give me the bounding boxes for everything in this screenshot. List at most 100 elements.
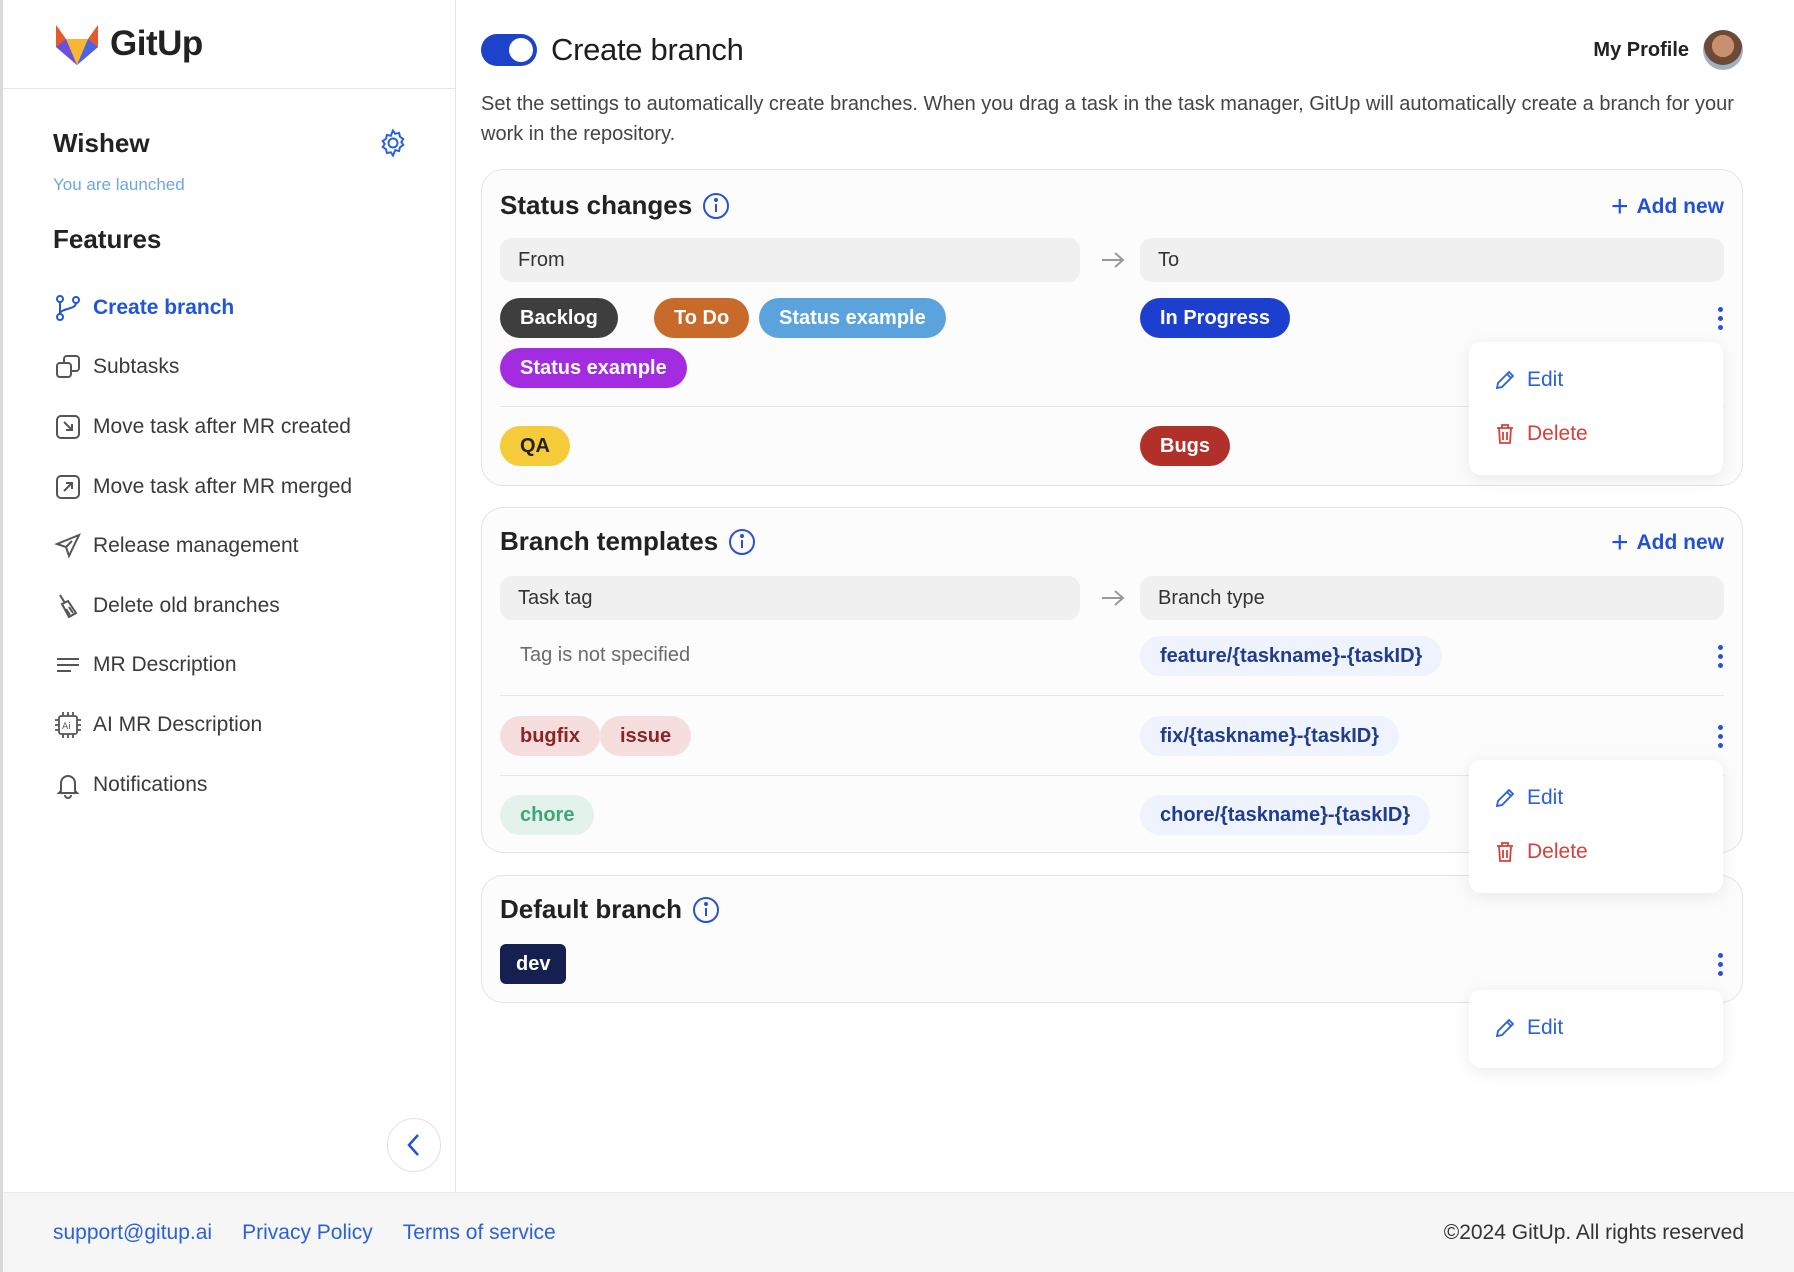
collapse-sidebar-button[interactable]: [387, 1118, 441, 1172]
profile-button[interactable]: My Profile: [1593, 30, 1743, 70]
lines-icon: [53, 650, 83, 680]
add-new-label: Add new: [1636, 195, 1725, 218]
branch-type-column-header: Branch type: [1140, 576, 1724, 620]
sidebar-item-label: Move task after MR created: [93, 414, 351, 438]
ai-chip-icon: Ai: [53, 710, 83, 740]
pencil-icon: [1495, 370, 1515, 390]
support-email-link[interactable]: support@gitup.ai: [53, 1221, 212, 1245]
plus-icon: +: [1610, 526, 1629, 559]
project-info: Wishew You are launched: [53, 128, 413, 195]
info-icon[interactable]: [692, 896, 720, 924]
page-title: Create branch: [551, 32, 744, 67]
gear-icon[interactable]: [378, 128, 408, 158]
row-more-icon[interactable]: [1708, 303, 1732, 333]
paper-plane-icon: [53, 531, 83, 561]
edit-label: Edit: [1527, 786, 1564, 809]
sidebar-item-label: Subtasks: [93, 355, 180, 379]
sidebar-item-label: MR Description: [93, 653, 237, 677]
sidebar-item-ai-mr-description[interactable]: Ai AI MR Description: [53, 695, 443, 755]
edit-menu-item[interactable]: Edit: [1493, 368, 1563, 392]
logo[interactable]: GitUp: [3, 0, 455, 89]
row-more-icon[interactable]: [1708, 641, 1732, 671]
row-more-icon[interactable]: [1708, 721, 1732, 751]
tag-chip-bugfix: bugfix: [500, 716, 600, 756]
create-branch-toggle[interactable]: [481, 34, 537, 66]
edit-menu-item[interactable]: Edit: [1493, 1016, 1563, 1040]
pencil-icon: [1495, 788, 1515, 808]
tag-chip-issue: issue: [600, 716, 692, 756]
terms-of-service-link[interactable]: Terms of service: [403, 1221, 556, 1245]
default-branch-card: Default branch dev: [481, 875, 1743, 1003]
status-chip-backlog: Backlog: [500, 298, 618, 338]
sidebar-item-move-after-merged[interactable]: Move task after MR merged: [53, 457, 443, 517]
edit-menu-item[interactable]: Edit: [1493, 786, 1563, 810]
template-row-menu: Edit Delete: [1469, 760, 1723, 893]
sidebar-item-label: AI MR Description: [93, 712, 263, 736]
sidebar-item-move-after-created[interactable]: Move task after MR created: [53, 397, 443, 457]
edit-label: Edit: [1527, 1016, 1564, 1039]
sidebar-item-label: Move task after MR merged: [93, 474, 353, 498]
app-name: GitUp: [110, 24, 203, 63]
subtasks-icon: [53, 352, 83, 382]
gitup-fox-logo-icon: [56, 25, 98, 65]
sidebar-item-delete-old-branches[interactable]: Delete old branches: [53, 576, 443, 636]
add-status-change-button[interactable]: + Add new: [1611, 192, 1724, 222]
card-title-text: Status changes: [500, 190, 693, 220]
delete-label: Delete: [1527, 840, 1588, 863]
default-branch-chip: dev: [500, 944, 567, 984]
delete-menu-item[interactable]: Delete: [1493, 840, 1588, 864]
sidebar-item-mr-description[interactable]: MR Description: [53, 636, 443, 696]
trash-icon: [1497, 424, 1513, 444]
footer: support@gitup.ai Privacy Policy Terms of…: [3, 1192, 1794, 1272]
info-icon[interactable]: [728, 528, 756, 556]
status-chip-example: Status example: [759, 298, 946, 338]
sidebar-item-create-branch[interactable]: Create branch: [53, 278, 443, 338]
pencil-icon: [1495, 1018, 1515, 1038]
add-branch-template-button[interactable]: + Add new: [1611, 528, 1724, 558]
arrow-right-icon: [1102, 590, 1125, 606]
arrow-right-icon: [1102, 252, 1125, 268]
status-row-menu: Edit Delete: [1469, 342, 1723, 475]
status-changes-title: Status changes: [500, 190, 730, 221]
to-column-header: To: [1140, 238, 1724, 282]
feature-nav: Create branch Subtasks Move task after M…: [53, 278, 443, 814]
privacy-policy-link[interactable]: Privacy Policy: [242, 1221, 373, 1245]
default-branch-title: Default branch: [500, 894, 720, 925]
project-status: You are launched: [53, 175, 185, 194]
info-icon[interactable]: [702, 192, 730, 220]
row-more-icon[interactable]: [1708, 949, 1732, 979]
branch-icon: [53, 293, 83, 323]
project-name: Wishew: [53, 128, 150, 158]
move-in-icon: [53, 412, 83, 442]
svg-text:Ai: Ai: [62, 722, 71, 732]
from-column-header: From: [500, 238, 1080, 282]
sidebar: GitUp Wishew You are launched Features C…: [3, 0, 456, 1192]
move-out-icon: [53, 472, 83, 502]
bell-icon: [53, 770, 83, 800]
sidebar-item-subtasks[interactable]: Subtasks: [53, 338, 443, 398]
branch-templates-title: Branch templates: [500, 526, 756, 557]
branch-template-chip: chore/{taskname}-{taskID}: [1140, 795, 1431, 835]
edit-label: Edit: [1527, 368, 1564, 391]
page-header: Create branch My Profile: [481, 30, 1743, 70]
features-heading: Features: [53, 224, 162, 254]
sidebar-item-release-management[interactable]: Release management: [53, 516, 443, 576]
sidebar-item-label: Delete old branches: [93, 593, 280, 617]
avatar: [1703, 30, 1743, 70]
empty-tag-text: Tag is not specified: [520, 644, 691, 666]
status-chip-todo: To Do: [654, 298, 750, 338]
sidebar-item-label: Notifications: [93, 772, 208, 796]
page-description: Set the settings to automatically create…: [481, 93, 1734, 145]
delete-label: Delete: [1527, 422, 1588, 445]
status-chip-in-progress: In Progress: [1140, 298, 1291, 338]
branch-template-chip: feature/{taskname}-{taskID}: [1140, 636, 1443, 676]
status-chip-example: Status example: [500, 348, 687, 388]
copyright-text: ©2024 GitUp. All rights reserved: [1443, 1220, 1744, 1244]
sidebar-item-label: Create branch: [93, 295, 235, 319]
card-title-text: Default branch: [500, 894, 683, 924]
plus-icon: +: [1610, 190, 1629, 223]
chevron-left-icon: [407, 1134, 419, 1156]
delete-menu-item[interactable]: Delete: [1493, 422, 1588, 446]
branch-template-chip: fix/{taskname}-{taskID}: [1140, 716, 1399, 756]
sidebar-item-notifications[interactable]: Notifications: [53, 755, 443, 815]
